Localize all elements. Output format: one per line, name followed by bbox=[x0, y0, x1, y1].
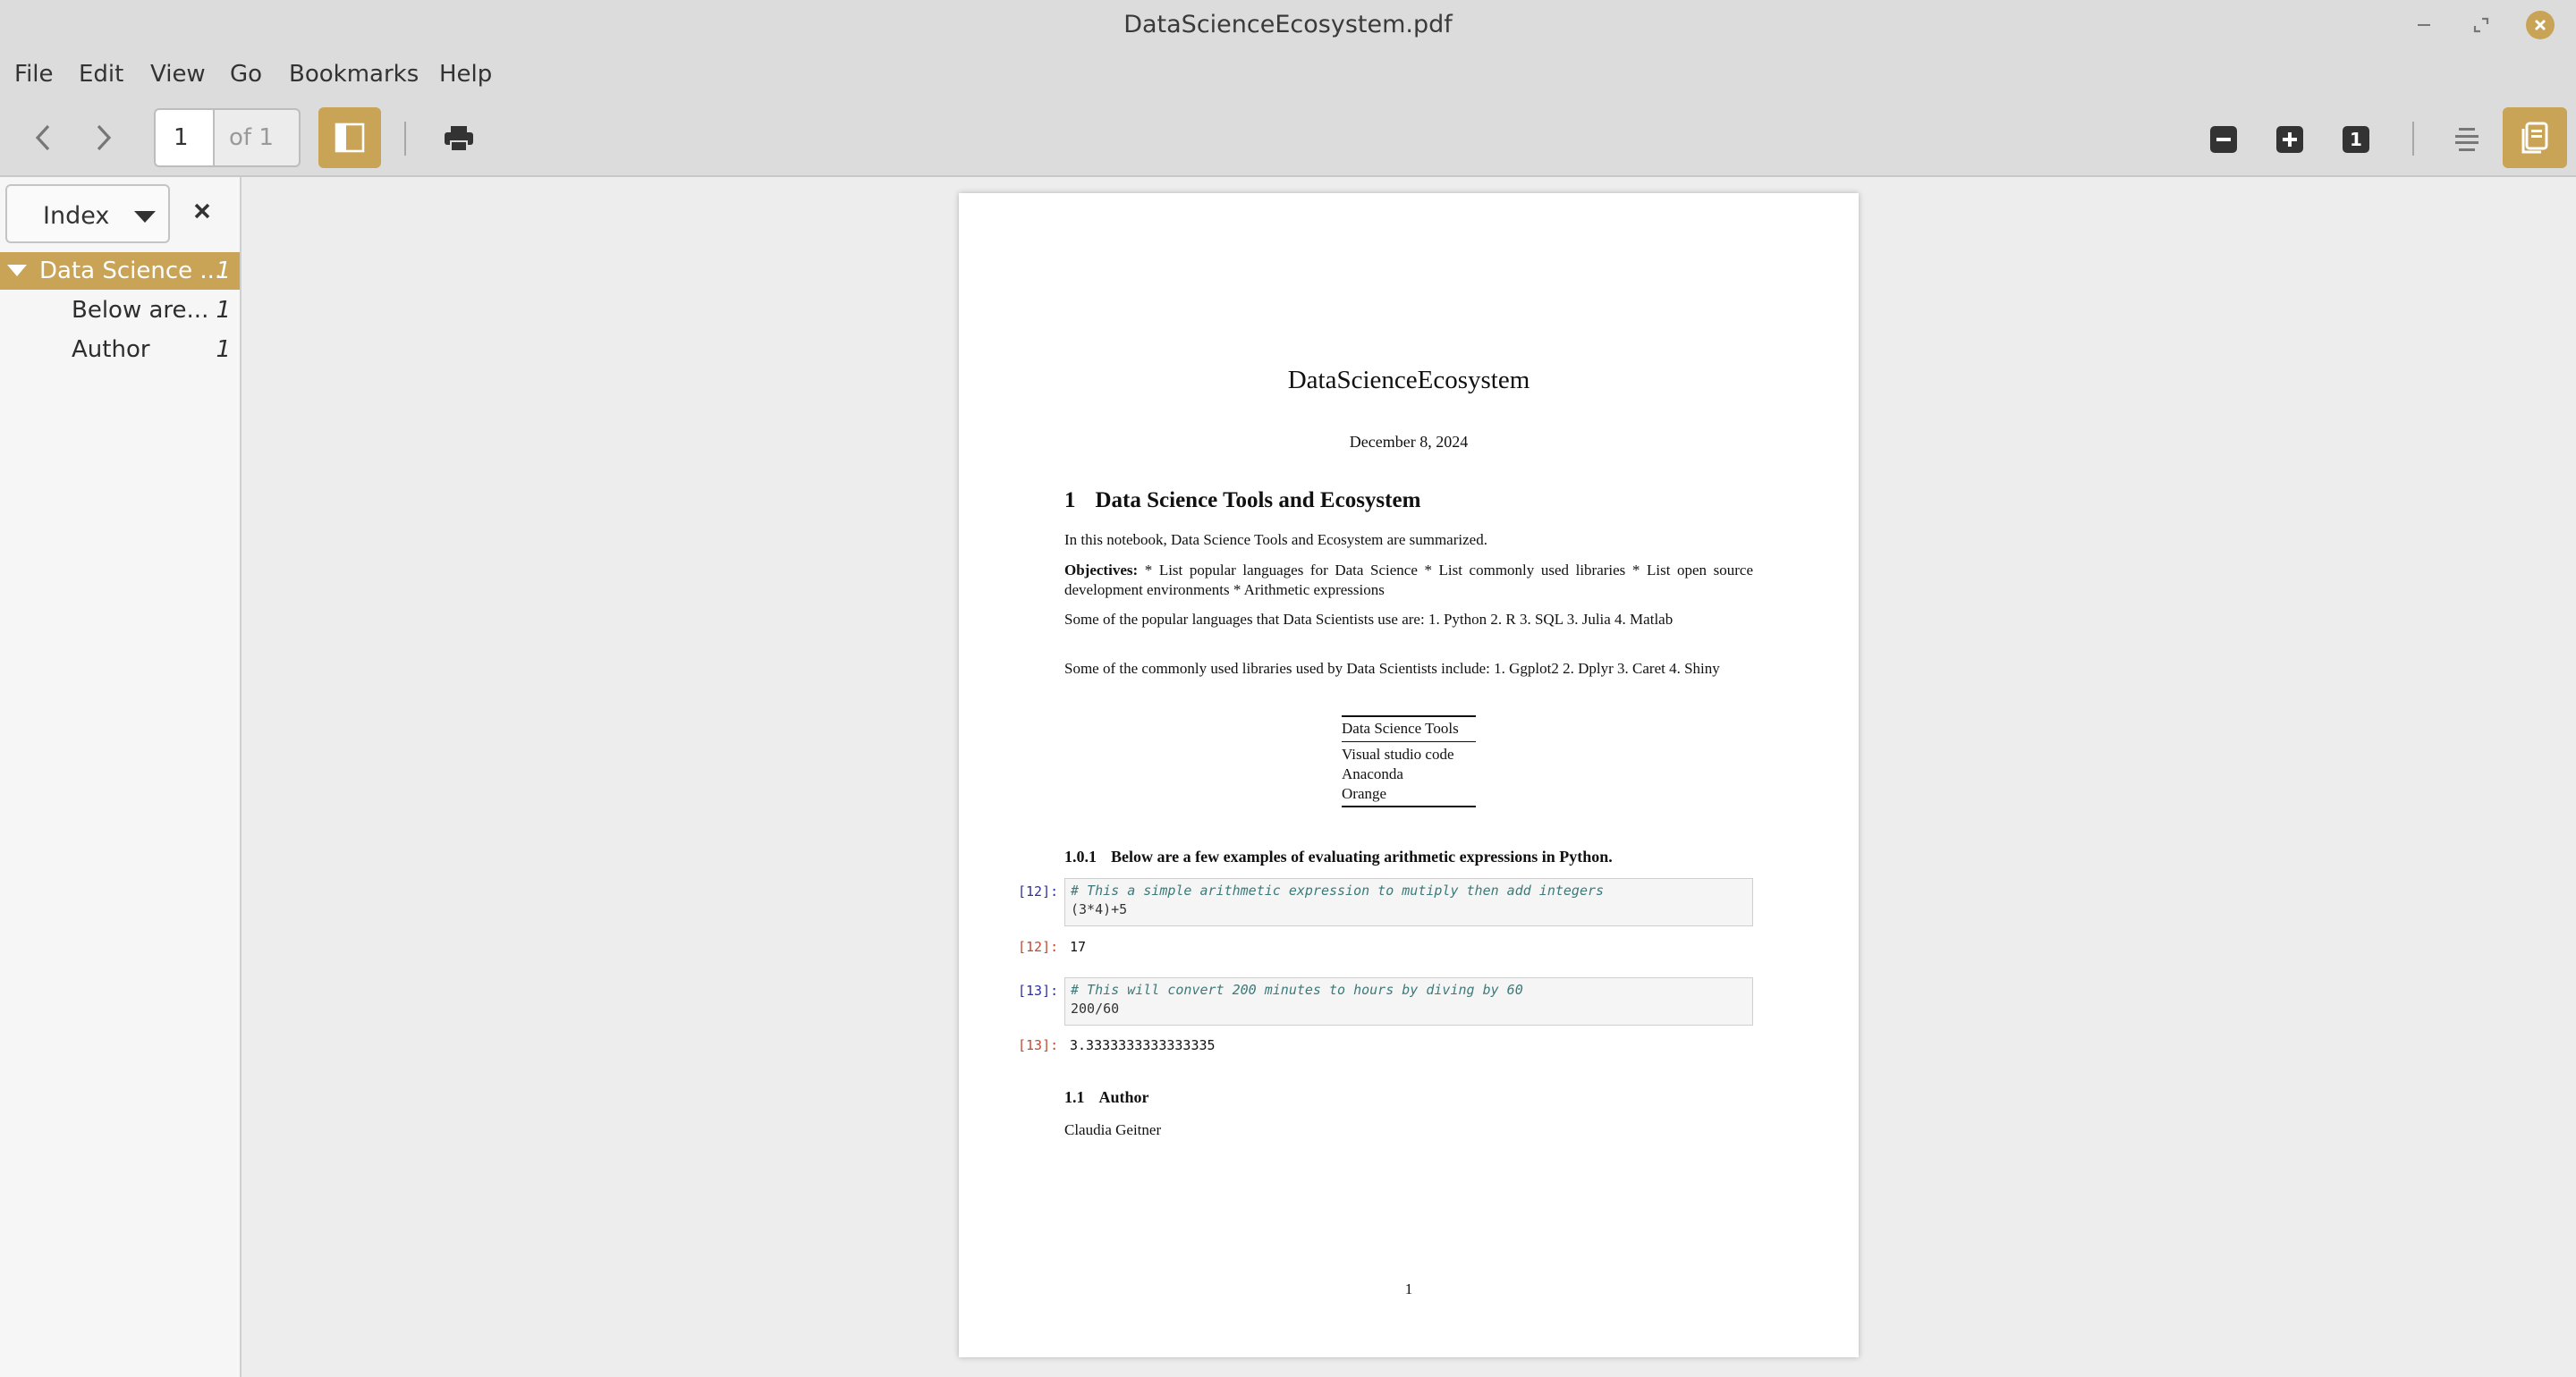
author-name: Claudia Geitner bbox=[1064, 1121, 1162, 1138]
page-count-label: of 1 bbox=[213, 108, 301, 167]
printer-icon bbox=[445, 126, 473, 152]
objectives-paragraph: Objectives: * List popular languages for… bbox=[1064, 561, 1753, 600]
libraries-paragraph: Some of the commonly used libraries used… bbox=[1064, 660, 1720, 677]
index-item-page: 1 bbox=[216, 258, 231, 284]
cell-output: 17 bbox=[1070, 939, 1087, 955]
document-date: December 8, 2024 bbox=[1349, 433, 1469, 451]
section-number: 1 bbox=[1064, 488, 1076, 512]
objectives-label: Objectives: bbox=[1064, 562, 1139, 579]
close-window-button[interactable] bbox=[2524, 9, 2556, 41]
tools-table-row: Orange bbox=[1342, 785, 1387, 802]
index-sidebar: Index Data Science ... 1 Below are... 1 … bbox=[0, 177, 242, 1377]
zoom-out-button[interactable] bbox=[2206, 122, 2241, 157]
menu-bookmarks[interactable]: Bookmarks bbox=[289, 61, 419, 88]
toolbar-separator-right bbox=[2412, 122, 2414, 156]
author-section-number: 1.1 bbox=[1064, 1088, 1085, 1106]
author-section-title: Author bbox=[1098, 1088, 1149, 1106]
title-bar: DataScienceEcosystem.pdf bbox=[0, 0, 2576, 50]
menu-view[interactable]: View bbox=[150, 61, 206, 88]
code-cell: # This a simple arithmetic expression to… bbox=[1064, 878, 1753, 926]
section-heading: 1 Data Science Tools and Ecosystem bbox=[1064, 488, 1420, 513]
chevron-left-icon bbox=[35, 124, 50, 151]
restore-icon bbox=[2473, 17, 2489, 33]
original-size-icon: 1 bbox=[2343, 126, 2369, 153]
cell-output-prompt: [12]: bbox=[1018, 939, 1059, 955]
zoom-out-icon bbox=[2210, 126, 2237, 153]
menu-edit[interactable]: Edit bbox=[79, 61, 123, 88]
close-icon bbox=[2534, 19, 2546, 31]
chevron-right-icon bbox=[97, 124, 112, 151]
minimize-button[interactable] bbox=[2408, 9, 2440, 41]
code-comment: # This a simple arithmetic expression to… bbox=[1071, 883, 1605, 899]
expander-down-icon[interactable] bbox=[7, 265, 27, 276]
toolbar: 1 of 1 1 bbox=[0, 100, 2576, 177]
index-item-author[interactable]: Author 1 bbox=[0, 331, 240, 368]
zoom-reset-button[interactable]: 1 bbox=[2338, 122, 2374, 157]
document-title: DataScienceEcosystem bbox=[1287, 366, 1530, 394]
menu-file[interactable]: File bbox=[14, 61, 54, 88]
document-pages-icon bbox=[2521, 122, 2548, 154]
list-icon bbox=[2455, 128, 2479, 151]
sidebar-icon bbox=[335, 122, 365, 153]
sidebar-view-label: Index bbox=[43, 202, 110, 230]
previous-page-button[interactable] bbox=[23, 118, 63, 157]
subsection-heading: 1.0.1 Below are a few examples of evaluat… bbox=[1064, 848, 1613, 866]
index-item-label: Data Science ... bbox=[39, 258, 223, 284]
next-page-button[interactable] bbox=[84, 118, 123, 157]
zoom-in-icon bbox=[2276, 126, 2303, 153]
toolbar-separator bbox=[404, 122, 406, 156]
index-item-label: Below are... bbox=[72, 297, 209, 324]
pdf-page: DataScienceEcosystem December 8, 2024 1D… bbox=[959, 193, 1859, 1357]
subsection-title: Below are a few examples of evaluating a… bbox=[1111, 848, 1613, 866]
index-item-below-are[interactable]: Below are... 1 bbox=[0, 291, 240, 329]
languages-paragraph: Some of the popular languages that Data … bbox=[1064, 611, 1674, 628]
index-item-data-science[interactable]: Data Science ... 1 bbox=[0, 252, 240, 290]
print-button[interactable] bbox=[438, 118, 479, 159]
close-sidebar-button[interactable] bbox=[188, 197, 216, 225]
menu-bar: File Edit View Go Bookmarks Help bbox=[0, 50, 2576, 100]
sidebar-view-select[interactable]: Index bbox=[5, 184, 170, 243]
zoom-in-button[interactable] bbox=[2272, 122, 2308, 157]
section-title: Data Science Tools and Ecosystem bbox=[1095, 488, 1421, 512]
tools-table-row: Anaconda bbox=[1342, 765, 1403, 782]
maximize-button[interactable] bbox=[2465, 9, 2497, 41]
menu-go[interactable]: Go bbox=[230, 61, 262, 88]
cell-input-prompt: [13]: bbox=[1018, 983, 1059, 999]
code-cell: # This will convert 200 minutes to hours… bbox=[1064, 977, 1753, 1026]
code-line: (3*4)+5 bbox=[1071, 901, 1128, 917]
code-comment: # This will convert 200 minutes to hours… bbox=[1071, 982, 1523, 998]
cell-input-prompt: [12]: bbox=[1018, 883, 1059, 900]
close-icon bbox=[194, 203, 210, 219]
intro-paragraph: In this notebook, Data Science Tools and… bbox=[1064, 531, 1487, 548]
cell-output: 3.3333333333333335 bbox=[1070, 1037, 1216, 1053]
minimize-icon bbox=[2418, 24, 2430, 26]
window-title: DataScienceEcosystem.pdf bbox=[1123, 11, 1453, 38]
index-item-page: 1 bbox=[216, 297, 231, 324]
objectives-text: * List popular languages for Data Scienc… bbox=[1064, 562, 1753, 598]
author-heading: 1.1 Author bbox=[1064, 1088, 1149, 1107]
toggle-sidebar-button[interactable] bbox=[318, 107, 381, 168]
page-number-input[interactable]: 1 bbox=[154, 108, 213, 167]
dropdown-arrow-icon bbox=[134, 211, 156, 223]
tools-table-row: Visual studio code bbox=[1342, 746, 1454, 763]
tools-table-header: Data Science Tools bbox=[1342, 717, 1476, 742]
page-footer-number: 1 bbox=[1404, 1280, 1413, 1297]
index-item-page: 1 bbox=[216, 336, 231, 363]
menu-help[interactable]: Help bbox=[439, 61, 492, 88]
tools-table: Data Science Tools Visual studio code An… bbox=[1342, 715, 1476, 807]
continuous-mode-button[interactable] bbox=[2503, 107, 2567, 168]
subsection-number: 1.0.1 bbox=[1064, 848, 1097, 866]
cell-output-prompt: [13]: bbox=[1018, 1037, 1059, 1053]
code-line: 200/60 bbox=[1071, 1001, 1120, 1017]
index-item-label: Author bbox=[72, 336, 150, 363]
page-layout-button[interactable] bbox=[2449, 122, 2485, 157]
